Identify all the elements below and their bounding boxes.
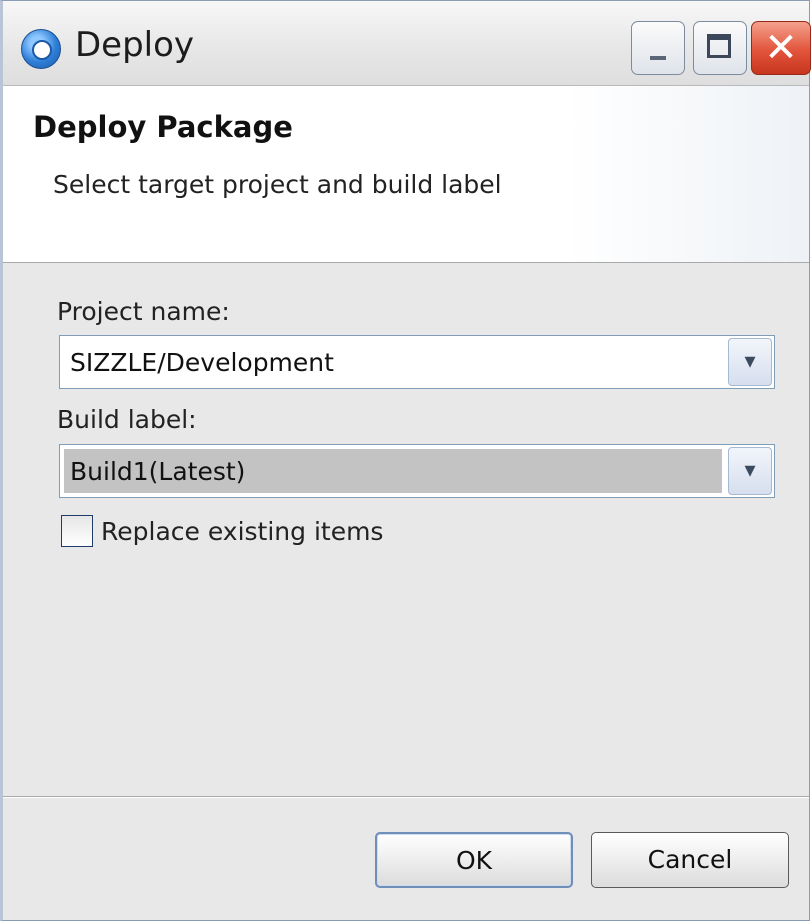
maximize-button[interactable]	[693, 21, 747, 75]
header-description: Select target project and build label	[53, 170, 502, 199]
header-title: Deploy Package	[33, 110, 293, 144]
replace-existing-label[interactable]: Replace existing items	[101, 517, 383, 546]
deploy-dialog: Deploy ✕ Deploy Package Select target pr…	[0, 0, 811, 921]
project-name-label: Project name:	[57, 297, 230, 326]
cancel-button[interactable]: Cancel	[591, 832, 789, 888]
window-title: Deploy	[75, 25, 195, 65]
deploy-app-icon	[21, 29, 61, 69]
close-button[interactable]: ✕	[751, 21, 811, 75]
ok-button[interactable]: OK	[375, 832, 573, 888]
close-icon: ✕	[764, 25, 798, 71]
replace-existing-checkbox[interactable]	[61, 515, 93, 547]
title-bar[interactable]: Deploy ✕	[3, 1, 811, 86]
build-label-combo[interactable]: Build1(Latest) ▾	[59, 444, 775, 498]
project-name-value: SIZZLE/Development	[70, 348, 334, 377]
footer-separator	[3, 796, 809, 798]
chevron-down-icon[interactable]: ▾	[728, 338, 772, 386]
project-name-combo[interactable]: SIZZLE/Development ▾	[59, 335, 775, 389]
build-label-label: Build label:	[57, 405, 197, 434]
build-label-value: Build1(Latest)	[70, 457, 246, 486]
dialog-header: Deploy Package Select target project and…	[3, 86, 809, 263]
chevron-down-icon[interactable]: ▾	[728, 447, 772, 495]
minimize-button[interactable]	[631, 21, 685, 75]
